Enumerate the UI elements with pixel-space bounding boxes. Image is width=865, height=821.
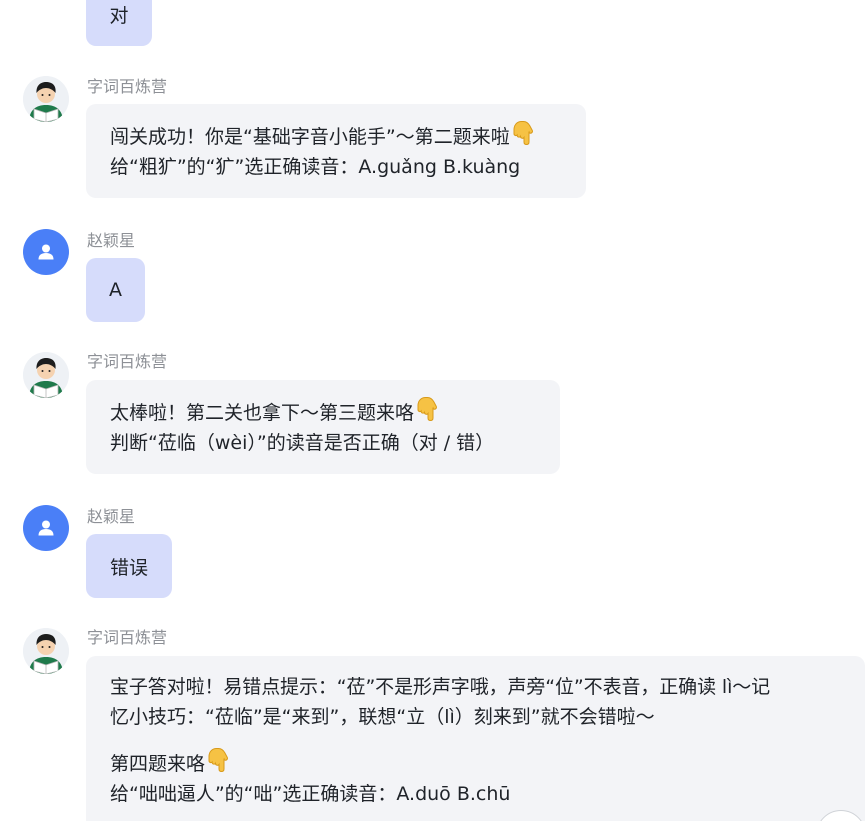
boy-reading-avatar-icon: [23, 628, 69, 674]
message-text: 判断“莅临（wèi）”的读音是否正确（对 / 错）: [110, 432, 495, 454]
message-text: 太棒啦！第二关也拿下～第三题来咯: [110, 402, 415, 424]
bot-avatar[interactable]: [23, 76, 69, 122]
user-message-bubble: 对: [86, 0, 152, 46]
boy-reading-avatar-icon: [23, 352, 69, 398]
hand-pointing-down-icon: [207, 747, 229, 773]
message-text: 宝子答对啦！易错点提示：“莅”不是形声字哦，声旁“位”不表音，正确读 lì～记: [110, 676, 771, 698]
person-icon: [38, 244, 54, 260]
bot-message-bubble: 宝子答对啦！易错点提示：“莅”不是形声字哦，声旁“位”不表音，正确读 lì～记 …: [86, 656, 865, 821]
sender-name: 赵颖星: [87, 231, 136, 250]
hand-pointing-down-icon: [416, 396, 438, 422]
message-text: 错误: [109, 556, 148, 579]
bot-message-bubble: 闯关成功！你是“基础字音小能手”～第二题来啦 给“粗犷”的“犷”选正确读音：A.…: [86, 104, 586, 198]
bot-avatar[interactable]: [23, 628, 69, 674]
message-line: 闯关成功！你是“基础字音小能手”～第二题来啦: [110, 120, 562, 152]
message-text: 给“咄咄逼人”的“咄”选正确读音：A.duō B.chū: [110, 783, 511, 805]
sender-name: 字词百炼营: [87, 628, 168, 647]
message-text: 对: [109, 4, 129, 27]
sender-name: 赵颖星: [87, 507, 136, 526]
sender-name: 字词百炼营: [87, 352, 168, 371]
user-avatar[interactable]: [23, 229, 69, 275]
message-line: 太棒啦！第二关也拿下～第三题来咯: [110, 396, 536, 428]
message-text: 第四题来咯: [110, 753, 206, 775]
hand-pointing-down-icon: [512, 120, 534, 146]
message-text: A: [109, 279, 122, 301]
person-icon: [38, 520, 54, 536]
message-line: 第四题来咯: [110, 747, 841, 779]
user-message-bubble: A: [86, 258, 145, 322]
chat-thread: 对 字词百炼营 闯关成功！你是“基础字音小能手”～第二题来啦 给“粗犷”的“犷”…: [0, 0, 865, 821]
bot-message-bubble: 太棒啦！第二关也拿下～第三题来咯 判断“莅临（wèi）”的读音是否正确（对 / …: [86, 380, 560, 474]
boy-reading-avatar-icon: [23, 76, 69, 122]
user-avatar[interactable]: [23, 505, 69, 551]
sender-name: 字词百炼营: [87, 77, 168, 96]
message-text: 闯关成功！你是“基础字音小能手”～第二题来啦: [110, 126, 510, 148]
user-message-bubble: 错误: [86, 534, 172, 598]
bot-avatar[interactable]: [23, 352, 69, 398]
message-text: 给“粗犷”的“犷”选正确读音：A.guǎng B.kuàng: [110, 156, 521, 178]
message-text: 忆小技巧：“莅临”是“来到”，联想“立（lì）刻来到”就不会错啦～: [110, 706, 655, 728]
